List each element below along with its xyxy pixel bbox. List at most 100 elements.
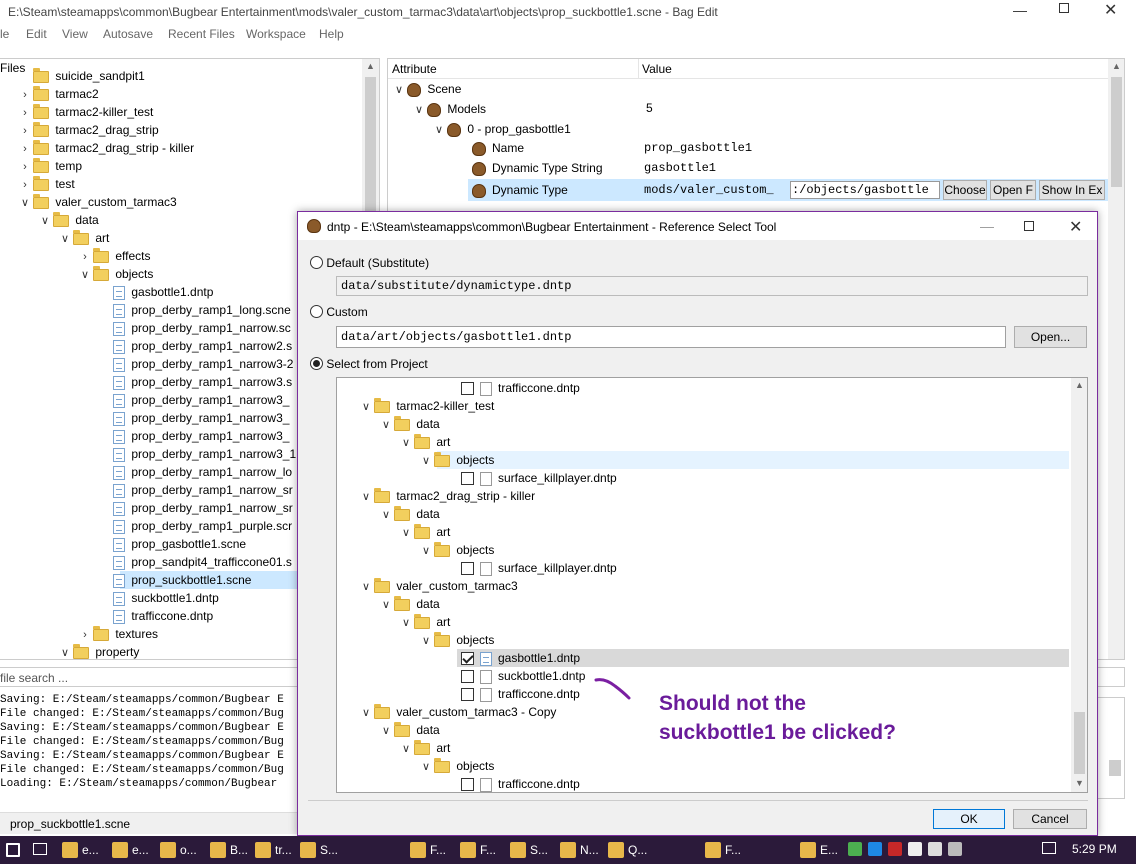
chevron-down-icon[interactable]: ∨ [40,212,50,230]
maximize-icon[interactable] [1024,221,1034,231]
chevron-down-icon[interactable]: ∨ [60,644,70,659]
dynamic-type-input[interactable]: :/objects/gasbottle [790,181,940,199]
notification-icon[interactable] [1042,842,1056,854]
file-tree-item[interactable]: gasbottle1.dntp [100,283,213,301]
chevron-down-icon[interactable]: ∨ [434,121,444,139]
default-radio[interactable] [310,256,323,270]
taskbar-app[interactable]: e... [62,836,99,864]
chevron-right-icon[interactable]: › [20,122,30,140]
file-tree-item[interactable]: prop_derby_ramp1_narrow3-2 [100,355,293,373]
chevron-down-icon[interactable]: ∨ [361,488,371,506]
file-tree-item[interactable]: › textures [80,625,158,643]
file-tree-item[interactable]: suicide_sandpit1 [20,67,145,85]
file-tree-item[interactable]: › test [20,175,75,193]
file-tree-item[interactable]: prop_derby_ramp1_narrow3_ [100,427,289,445]
file-tree-item[interactable]: ∨ art [60,229,109,247]
taskbar-app[interactable]: E... [800,836,838,864]
col-attribute[interactable]: Attribute [392,62,437,76]
chevron-down-icon[interactable]: ∨ [421,758,431,776]
project-folder-item[interactable]: ∨ tarmac2-killer_test [361,397,494,415]
ok-button[interactable]: OK [933,809,1005,829]
project-file-item[interactable]: surface_killplayer.dntp [461,559,617,577]
file-tree-item[interactable]: prop_derby_ramp1_narrow_sr [100,481,293,499]
chevron-down-icon[interactable]: ∨ [401,434,411,452]
file-checkbox[interactable] [461,688,474,702]
file-tree-item[interactable]: › tarmac2_drag_strip [20,121,159,139]
task-view-icon[interactable] [33,843,47,855]
default-radio-row[interactable]: Default (Substitute) [310,255,429,270]
project-file-item[interactable]: trafficcone.dntp [461,379,580,397]
chevron-down-icon[interactable]: ∨ [361,398,371,416]
file-tree-item[interactable]: ∨ valer_custom_tarmac3 [20,193,177,211]
file-checkbox[interactable] [461,652,474,666]
attr-row-scene[interactable]: ∨ Scene [394,80,461,98]
taskbar-app[interactable]: tr... [255,836,292,864]
project-folder-item[interactable]: ∨ data [381,415,440,433]
chevron-down-icon[interactable]: ∨ [394,81,404,99]
minimize-icon[interactable]: — [1013,2,1027,18]
chevron-down-icon[interactable]: ∨ [361,578,371,596]
project-folder-item[interactable]: ∨ objects [421,631,494,649]
file-tree-item[interactable]: ∨ data [40,211,99,229]
file-tree-item[interactable]: prop_derby_ramp1_long.scne [100,301,291,319]
project-file-item[interactable]: gasbottle1.dntp [461,649,580,667]
file-tree-item[interactable]: prop_derby_ramp1_narrow.sc [100,319,291,337]
file-tree-item[interactable]: › tarmac2 [20,85,99,103]
chevron-down-icon[interactable]: ∨ [401,740,411,758]
tray-icon[interactable] [888,842,902,856]
project-folder-item[interactable]: ∨ objects [421,757,494,775]
chevron-right-icon[interactable]: › [20,140,30,158]
file-tree-item[interactable]: ∨ objects [80,265,153,283]
attr-scrollbar[interactable]: ▲ [1108,59,1124,659]
file-tree-item[interactable]: trafficcone.dntp [100,607,213,625]
custom-value-field[interactable]: data/art/objects/gasbottle1.dntp [336,326,1006,348]
chevron-right-icon[interactable]: › [80,626,90,644]
file-checkbox[interactable] [461,562,474,576]
chevron-down-icon[interactable]: ∨ [414,101,424,119]
file-tree-item[interactable]: ∨ property [60,643,139,659]
file-tree-item[interactable]: prop_derby_ramp1_narrow3_1 [100,445,296,463]
custom-radio-row[interactable]: Custom [310,304,368,319]
attr-row-dynamic-type[interactable]: Dynamic Type [472,181,568,199]
project-file-item[interactable]: trafficcone.dntp [461,775,580,792]
project-folder-item[interactable]: ∨ data [381,505,440,523]
project-folder-item[interactable]: ∨ objects [421,541,494,559]
close-icon[interactable]: ✕ [1104,0,1117,20]
chevron-down-icon[interactable]: ∨ [381,596,391,614]
open-folder-button[interactable]: Open F [990,180,1036,200]
file-tree-item[interactable]: › effects [80,247,150,265]
attr-row-model0[interactable]: ∨ 0 - prop_gasbottle1 [434,120,571,138]
chevron-right-icon[interactable]: › [20,86,30,104]
chevron-down-icon[interactable]: ∨ [421,542,431,560]
tray-icon[interactable] [868,842,882,856]
chevron-down-icon[interactable]: ∨ [361,704,371,722]
menu-edit[interactable]: Edit [26,27,47,41]
taskbar-app[interactable]: e... [112,836,149,864]
file-tree-item[interactable]: prop_derby_ramp1_narrow3_ [100,391,289,409]
menu-autosave[interactable]: Autosave [103,27,153,41]
project-folder-item[interactable]: ∨ art [401,433,450,451]
show-in-explorer-button[interactable]: Show In Ex [1039,180,1105,200]
menu-view[interactable]: View [62,27,88,41]
taskbar-app[interactable]: S... [300,836,338,864]
chevron-down-icon[interactable]: ∨ [381,722,391,740]
project-folder-item[interactable]: ∨ valer_custom_tarmac3 - Copy [361,703,556,721]
file-checkbox[interactable] [461,382,474,396]
project-file-item[interactable]: suckbottle1.dntp [461,667,585,685]
project-folder-item[interactable]: ∨ data [381,595,440,613]
chevron-right-icon[interactable]: › [20,158,30,176]
project-radio-row[interactable]: Select from Project [310,356,428,371]
attr-value-name[interactable]: prop_gasbottle1 [644,141,752,155]
attr-scroll-thumb[interactable] [1111,77,1122,187]
menu-file[interactable]: le [0,27,9,41]
file-tree-item[interactable]: › temp [20,157,82,175]
taskbar-app[interactable]: o... [160,836,197,864]
file-tree-item[interactable]: prop_sandpit4_trafficcone01.s [100,553,292,571]
cancel-button[interactable]: Cancel [1013,809,1087,829]
file-tree-item[interactable]: prop_suckbottle1.scne [100,571,251,589]
project-folder-item[interactable]: ∨ objects [421,451,494,469]
attr-row-dts[interactable]: Dynamic Type String [472,159,603,177]
file-tree-item[interactable]: › tarmac2-killer_test [20,103,153,121]
clock[interactable]: 5:29 PM [1072,842,1117,856]
attr-value-dts[interactable]: gasbottle1 [644,161,716,175]
